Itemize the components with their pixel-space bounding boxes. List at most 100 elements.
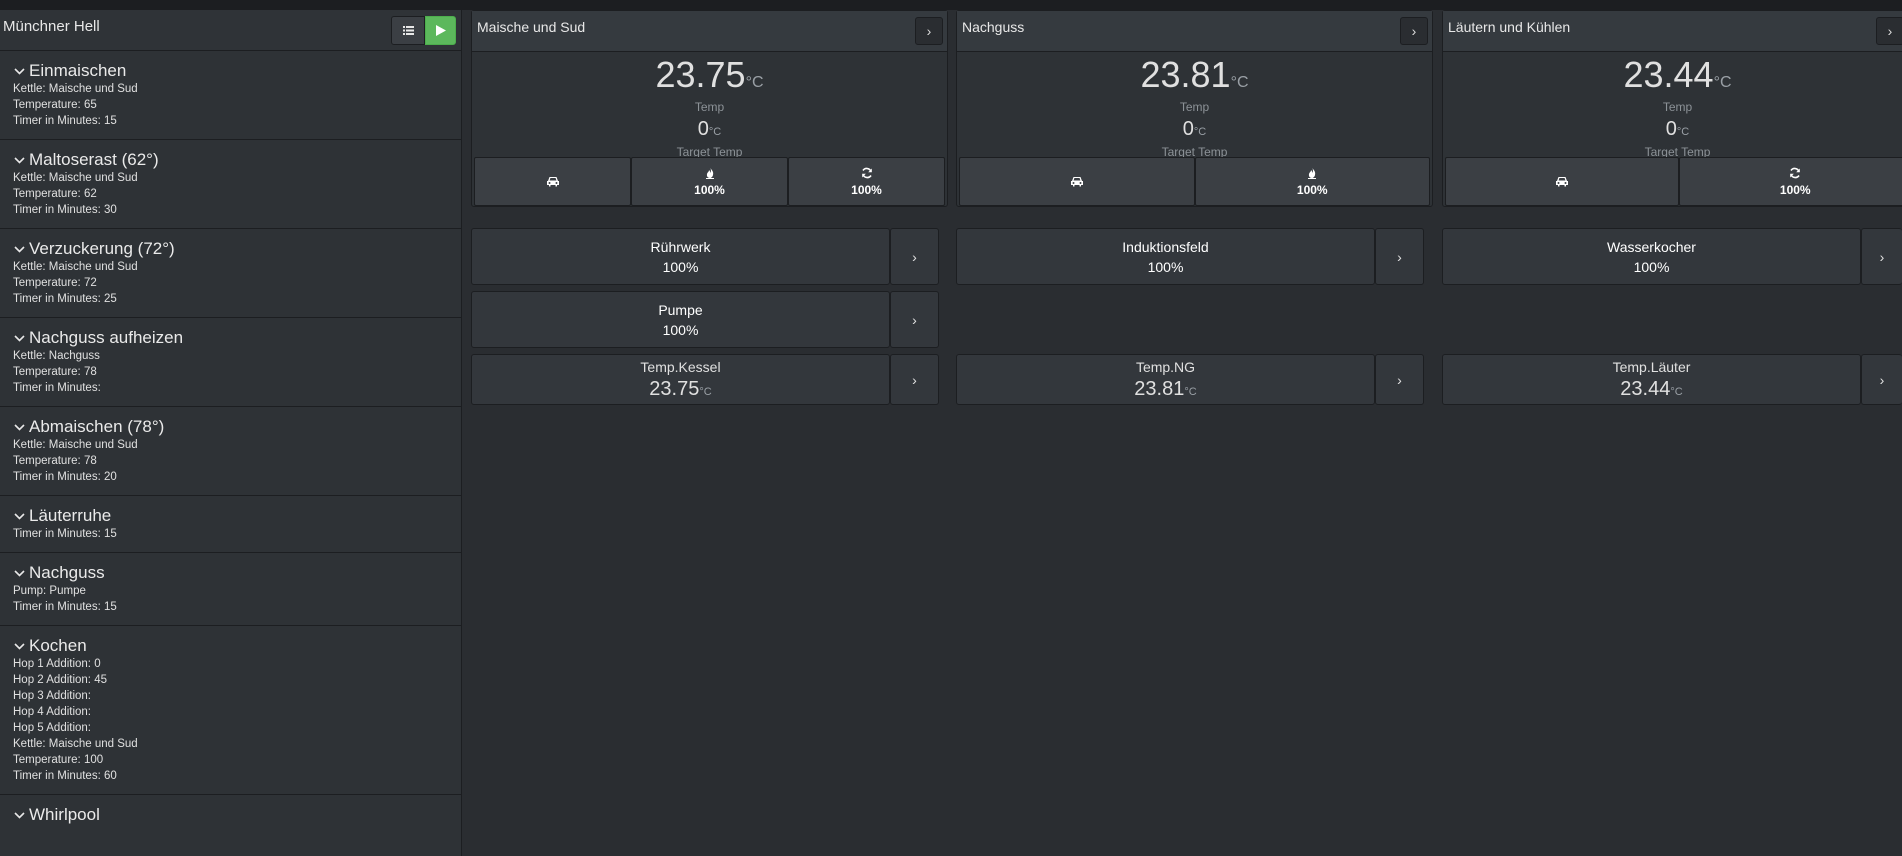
- automatic-mode-button[interactable]: [474, 157, 631, 206]
- chevron-right-icon: ›: [912, 248, 917, 265]
- sensor-temp-laeuter[interactable]: Temp.Läuter 23.44°C: [1442, 354, 1861, 405]
- chevron-down-icon: [14, 642, 25, 650]
- step-verzuckerung[interactable]: Verzuckerung (72°) Kettle: Maische und S…: [0, 229, 461, 318]
- temp-unit: °C: [1230, 74, 1249, 91]
- actor-name: Wasserkocher: [1607, 238, 1696, 255]
- step-detail: Pump: Pumpe: [13, 585, 86, 597]
- step-list: Einmaischen Kettle: Maische und Sud Temp…: [0, 51, 461, 835]
- kettle-temperature: 23.81: [1140, 54, 1231, 95]
- step-detail: Timer in Minutes: 30: [13, 204, 117, 216]
- kettle-name: Nachguss: [962, 19, 1025, 35]
- actor-menu-button[interactable]: ›: [1375, 228, 1424, 285]
- actor-induktionsfeld[interactable]: Induktionsfeld 100%: [956, 228, 1375, 285]
- sensor-value: 23.81: [1134, 378, 1185, 400]
- actor-ruehrwerk[interactable]: Rührwerk 100%: [471, 228, 890, 285]
- kettle-temperature: 23.75: [655, 54, 746, 95]
- sensor-menu-button[interactable]: ›: [890, 354, 939, 405]
- sensor-temp-ng[interactable]: Temp.NG 23.81°C: [956, 354, 1375, 405]
- chevron-right-icon: ›: [912, 311, 917, 328]
- top-bar: [0, 0, 1902, 10]
- step-detail: Hop 3 Addition:: [13, 690, 92, 702]
- step-title: Nachguss aufheizen: [29, 328, 184, 347]
- chevron-down-icon: [14, 156, 25, 164]
- actor-name: Pumpe: [658, 301, 703, 318]
- step-detail: Temperature: 72: [13, 277, 97, 289]
- chevron-right-icon: ›: [912, 371, 917, 388]
- step-title: Abmaischen (78°): [29, 417, 165, 436]
- step-title: Verzuckerung (72°): [29, 239, 175, 258]
- chevron-down-icon: [14, 245, 25, 253]
- actor-pumpe[interactable]: Pumpe 100%: [471, 291, 890, 348]
- kettle-menu-button[interactable]: ›: [1400, 17, 1428, 45]
- sensor-temp-kessel[interactable]: Temp.Kessel 23.75°C: [471, 354, 890, 405]
- step-nachguss-aufheizen[interactable]: Nachguss aufheizen Kettle: Nachguss Temp…: [0, 318, 461, 407]
- play-icon: [435, 25, 446, 36]
- step-einmaischen[interactable]: Einmaischen Kettle: Maische und Sud Temp…: [0, 51, 461, 140]
- sensor-name: Temp.NG: [1135, 359, 1196, 375]
- step-maltoserast[interactable]: Maltoserast (62°) Kettle: Maische und Su…: [0, 140, 461, 229]
- kettle-menu-button[interactable]: ›: [915, 17, 943, 45]
- heater-button[interactable]: 100%: [631, 157, 788, 206]
- chevron-right-icon: ›: [1879, 248, 1885, 265]
- automatic-mode-button[interactable]: [959, 157, 1195, 206]
- kettle-laeutern-und-kuehlen: Läutern und Kühlen › 23.44°C Temp 0°C Ta…: [1442, 10, 1902, 207]
- step-detail: Kettle: Maische und Sud: [13, 738, 138, 750]
- step-detail: Timer in Minutes: 15: [13, 115, 117, 127]
- step-nachguss[interactable]: Nachguss Pump: Pumpe Timer in Minutes: 1…: [0, 553, 461, 626]
- agitator-button[interactable]: 100%: [1678, 157, 1902, 206]
- kettle-maische-und-sud: Maische und Sud › 23.75°C Temp 0°C Targe…: [471, 10, 948, 207]
- step-title: Kochen: [29, 636, 87, 655]
- step-title: Whirlpool: [29, 805, 100, 824]
- list-icon: [402, 26, 414, 35]
- sensor-menu-button[interactable]: ›: [1861, 354, 1902, 405]
- actor-wasserkocher[interactable]: Wasserkocher 100%: [1442, 228, 1861, 285]
- heater-power: 100%: [1296, 182, 1328, 197]
- actor-menu-button[interactable]: ›: [890, 291, 939, 348]
- kettle-menu-button[interactable]: ›: [1876, 17, 1902, 45]
- car-icon: [546, 177, 559, 187]
- chevron-right-icon: ›: [1411, 23, 1417, 39]
- agitator-power: 100%: [851, 182, 882, 197]
- sensor-name: Temp.Kessel: [640, 359, 721, 375]
- temp-unit: °C: [1676, 126, 1690, 138]
- actor-menu-button[interactable]: ›: [890, 228, 939, 285]
- sensor-value: 23.75: [649, 378, 700, 400]
- temp-unit: °C: [1193, 126, 1207, 138]
- step-abmaischen[interactable]: Abmaischen (78°) Kettle: Maische und Sud…: [0, 407, 461, 496]
- step-detail: Hop 5 Addition:: [13, 722, 92, 734]
- refresh-icon: [861, 167, 872, 178]
- step-detail: Timer in Minutes: 60: [13, 770, 117, 782]
- step-detail: Hop 1 Addition: 0: [13, 658, 101, 670]
- heater-power: 100%: [694, 182, 725, 197]
- kettle-target-temperature: 0: [1182, 118, 1194, 140]
- actor-power: 100%: [662, 321, 699, 338]
- kettle-temperature: 23.44: [1623, 54, 1714, 95]
- step-title: Maltoserast (62°): [29, 150, 159, 169]
- recipe-sidebar: Münchner Hell Einmaischen Kettle: Maisch…: [0, 10, 462, 856]
- actor-power: 100%: [1147, 258, 1184, 275]
- chevron-down-icon: [14, 423, 25, 431]
- step-title: Läuterruhe: [29, 506, 112, 525]
- chevron-right-icon: ›: [1397, 248, 1402, 265]
- step-detail: Timer in Minutes:: [13, 382, 101, 394]
- start-brew-button[interactable]: [425, 16, 456, 45]
- agitator-button[interactable]: 100%: [788, 157, 945, 206]
- step-detail: Hop 2 Addition: 45: [13, 674, 107, 686]
- car-icon: [1070, 177, 1083, 187]
- chevron-down-icon: [14, 334, 25, 342]
- automatic-mode-button[interactable]: [1445, 157, 1679, 206]
- step-whirlpool[interactable]: Whirlpool: [0, 795, 461, 835]
- step-list-button[interactable]: [391, 16, 425, 45]
- sensor-menu-button[interactable]: ›: [1375, 354, 1424, 405]
- kettle-control-buttons: 100% 100%: [474, 157, 945, 206]
- heater-button[interactable]: 100%: [1194, 157, 1430, 206]
- car-icon: [1555, 177, 1568, 187]
- actor-menu-button[interactable]: ›: [1861, 228, 1902, 285]
- step-kochen[interactable]: Kochen Hop 1 Addition: 0 Hop 2 Addition:…: [0, 626, 461, 795]
- sensor-value: 23.44: [1620, 378, 1671, 400]
- kettle-target-temperature: 0: [697, 118, 709, 140]
- kettle-name: Läutern und Kühlen: [1448, 19, 1571, 35]
- step-laeuterruhe[interactable]: Läuterruhe Timer in Minutes: 15: [0, 496, 461, 553]
- actor-name: Rührwerk: [650, 238, 711, 255]
- step-detail: Temperature: 65: [13, 99, 97, 111]
